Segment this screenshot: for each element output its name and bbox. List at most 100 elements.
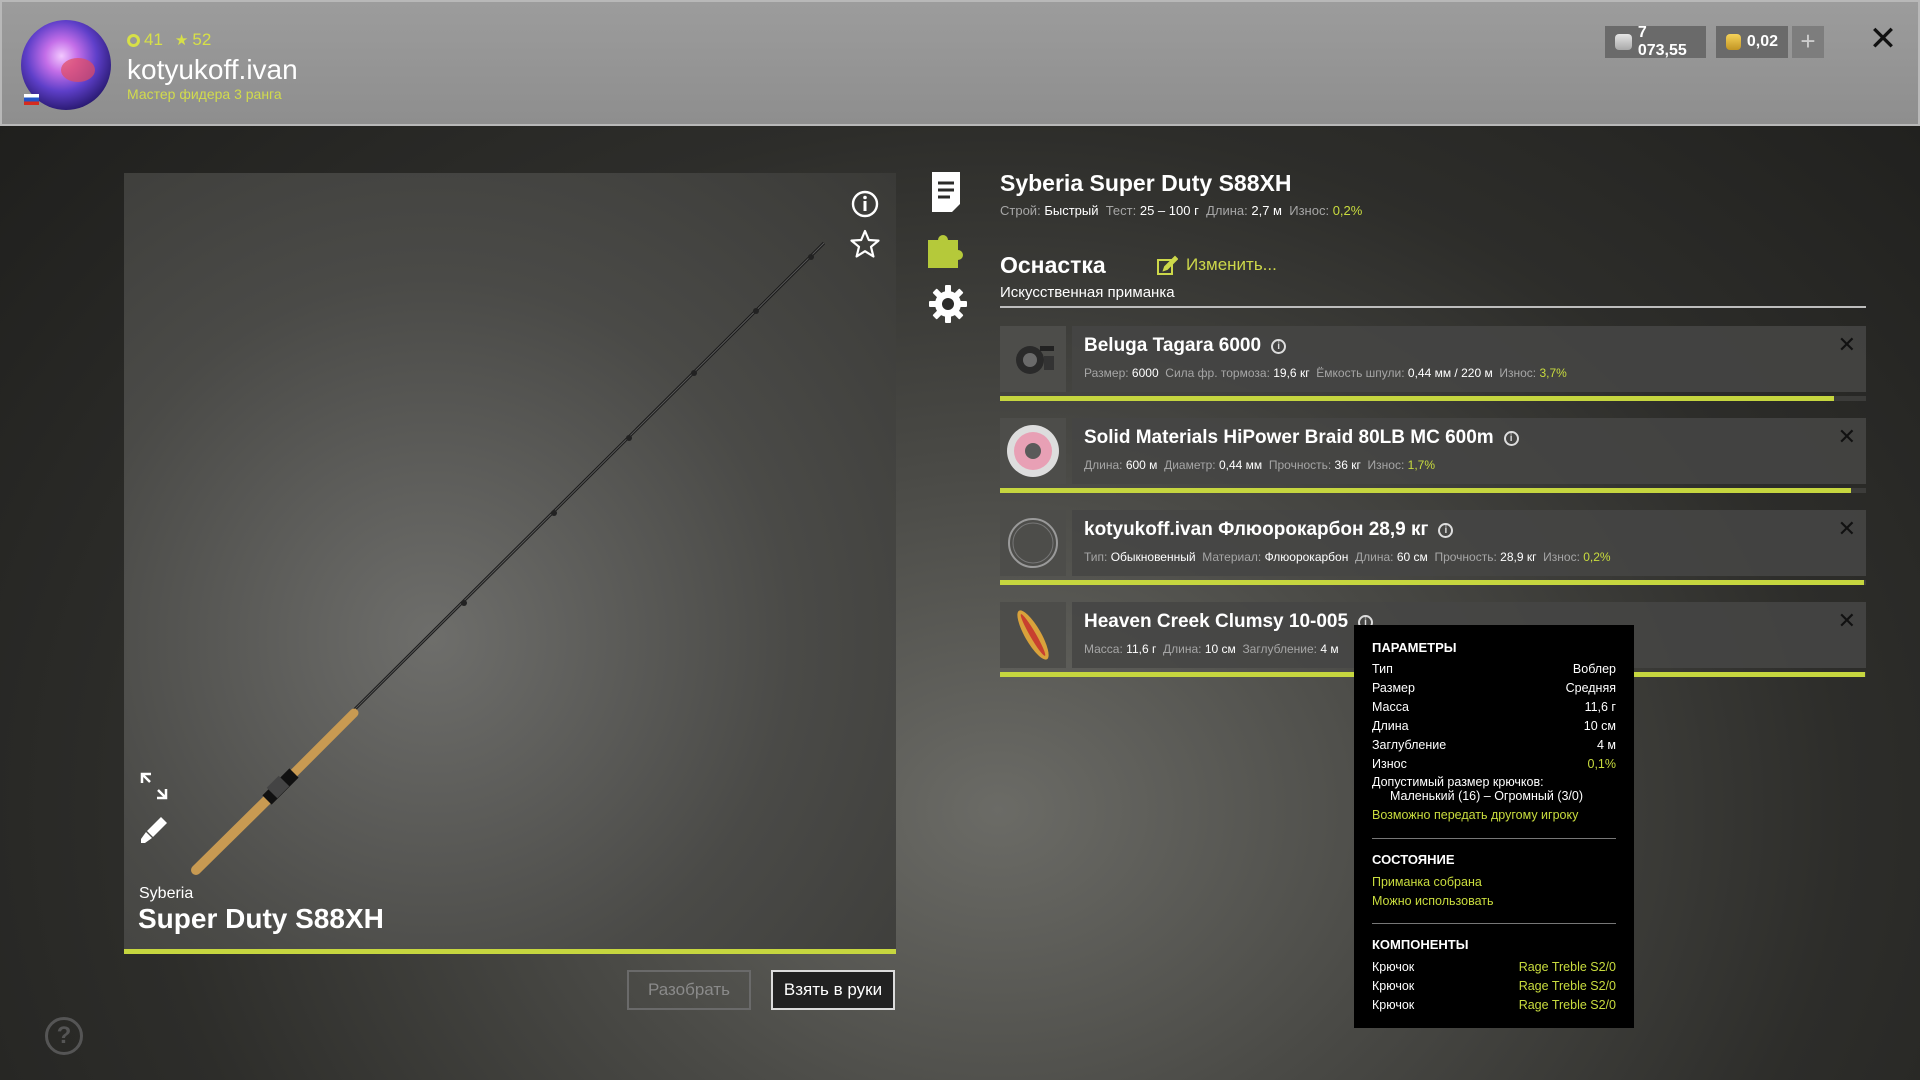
player-rank: Мастер фидера 3 ранга <box>127 86 282 102</box>
rating-star-icon: ★ <box>174 32 189 49</box>
tooltip-component-row: Крючок Rage Treble S2/0 <box>1372 979 1616 993</box>
component-name-text: Heaven Creek Clumsy 10-005 <box>1084 611 1349 632</box>
rod-model-title: Super Duty S88XH <box>138 903 384 934</box>
player-username: kotyukoff.ivan <box>127 54 298 85</box>
detail-label: Длина: <box>1163 642 1202 656</box>
component-details: Размер: 6000 Сила фр. тормоза: 19,6 кг Ё… <box>1084 366 1574 380</box>
spec-length-label: Длина: <box>1206 203 1248 218</box>
player-rating-value: 52 <box>192 30 212 49</box>
line-spool-thumbnail <box>1000 418 1066 484</box>
lure-tooltip: ПАРАМЕТРЫ Тип Воблер Размер Средняя Масса 11,… <box>1354 625 1634 1028</box>
top-bar: 41 ★ 52 kotyukoff.ivan Мастер фидера 3 р… <box>0 0 1920 126</box>
detail-value: 0,44 мм / 220 м <box>1407 366 1493 380</box>
condition-bar-fill <box>1000 580 1864 585</box>
tooltip-param-value: 10 см <box>1583 719 1616 733</box>
tooltip-param-label: Длина <box>1372 719 1409 733</box>
tooltip-param-label: Заглубление <box>1372 738 1447 752</box>
component-name: Beluga Tagara 6000 i <box>1084 335 1287 357</box>
spec-action-label: Строй: <box>1000 203 1041 218</box>
tooltip-component-value: Rage Treble S2/0 <box>1518 998 1616 1012</box>
component-name-text: Solid Materials HiPower Braid 80LB MC 60… <box>1084 427 1494 448</box>
disassemble-button[interactable]: Разобрать <box>627 970 751 1010</box>
tooltip-component-label: Крючок <box>1372 979 1415 993</box>
player-level-value: 41 <box>144 30 163 49</box>
level-ring-icon <box>127 33 140 47</box>
tooltip-param-label: Износ <box>1372 757 1407 771</box>
rig-subtitle: Искусственная приманка <box>1000 284 1175 301</box>
detail-value: 28,9 кг <box>1500 550 1537 564</box>
component-card[interactable]: Beluga Tagara 6000 i Размер: 6000 Сила фр.… <box>1072 326 1866 392</box>
tooltip-state-usable: Можно использовать <box>1372 894 1494 908</box>
remove-component-close-icon[interactable]: ✕ <box>1838 332 1856 358</box>
settings-gear-icon[interactable] <box>926 282 970 326</box>
info-icon[interactable]: i <box>1503 430 1519 446</box>
component-name-text: kotyukoff.ivan Флюорокарбон 28,9 кг <box>1084 519 1429 540</box>
close-button[interactable]: ✕ <box>1866 22 1900 56</box>
condition-bar-fill <box>1000 488 1851 493</box>
condition-bar-fill <box>1000 396 1834 401</box>
leader-coil-thumbnail <box>1000 510 1066 576</box>
rod-cork-grip <box>191 795 272 875</box>
spec-test-label: Тест: <box>1105 203 1137 218</box>
tooltip-component-label: Крючок <box>1372 998 1415 1012</box>
tooltip-param-label: Размер <box>1372 681 1415 695</box>
wobbler-thumbnail <box>1000 602 1066 668</box>
tooltip-param-value: 4 м <box>1596 738 1616 752</box>
component-card[interactable]: Solid Materials HiPower Braid 80LB MC 60… <box>1072 418 1866 484</box>
equip-button[interactable]: Взять в руки <box>771 970 895 1010</box>
player-rating: ★ 52 <box>175 30 211 50</box>
remove-component-close-icon[interactable]: ✕ <box>1838 516 1856 542</box>
info-icon[interactable]: i <box>1271 338 1287 354</box>
detail-label: Длина: <box>1084 458 1123 472</box>
tooltip-component-value: Rage Treble S2/0 <box>1518 979 1616 993</box>
favorite-star-icon[interactable] <box>850 229 880 259</box>
add-currency-button[interactable]: + <box>1792 26 1824 58</box>
component-details: Масса: 11,6 г Длина: 10 см Заглубление: … <box>1084 642 1345 656</box>
detail-label: Заглубление: <box>1242 642 1317 656</box>
tooltip-transferable: Возможно передать другому игроку <box>1372 808 1579 822</box>
silver-balance: 7 073,55 <box>1605 24 1706 59</box>
edit-rig-link[interactable]: Изменить... <box>1156 254 1277 276</box>
silver-coin-icon <box>1615 34 1632 50</box>
rig-divider <box>1000 306 1866 308</box>
remove-component-close-icon[interactable]: ✕ <box>1838 424 1856 450</box>
spec-action-value: Быстрый <box>1044 203 1099 218</box>
info-icon[interactable]: i <box>1438 522 1454 538</box>
component-details: Тип: Обыкновенный Материал: Флюорокарбон… <box>1084 550 1617 564</box>
player-level: 41 <box>127 30 163 50</box>
detail-label: Износ: <box>1367 458 1405 472</box>
tooltip-components-title: КОМПОНЕНТЫ <box>1372 937 1469 952</box>
detail-label: Износ: <box>1543 550 1580 564</box>
rig-section-title: Оснастка <box>1000 252 1106 278</box>
detail-value: 600 м <box>1125 458 1158 472</box>
rig-puzzle-icon[interactable] <box>926 226 970 270</box>
tooltip-state-assembled: Приманка собрана <box>1372 875 1482 889</box>
paint-brush-icon[interactable] <box>139 815 169 845</box>
detail-label: Прочность: <box>1434 550 1497 564</box>
spec-test-value: 25 – 100 г <box>1139 203 1199 218</box>
component-row[interactable]: Beluga Tagara 6000 i Размер: 6000 Сила фр.… <box>1000 326 1866 401</box>
component-row[interactable]: kotyukoff.ivan Флюорокарбон 28,9 кг i Тип:… <box>1000 510 1866 585</box>
component-row[interactable]: Solid Materials HiPower Braid 80LB MC 60… <box>1000 418 1866 493</box>
info-icon[interactable] <box>850 189 880 219</box>
tooltip-param-value: 11,6 г <box>1584 700 1616 714</box>
gold-value: 0,02 <box>1746 33 1778 50</box>
rod-guide <box>461 600 467 606</box>
remove-component-close-icon[interactable]: ✕ <box>1838 608 1856 634</box>
description-document-icon[interactable] <box>926 170 970 214</box>
item-title: Syberia Super Duty S88XH <box>1000 170 1292 196</box>
gold-balance: 0,02 <box>1716 26 1788 58</box>
detail-value: 10 см <box>1204 642 1236 656</box>
rod-spec-line: Строй: Быстрый Тест: 25 – 100 г Длина: 2… <box>1000 203 1362 218</box>
rod-cork-foregrip <box>284 708 359 783</box>
tooltip-component-label: Крючок <box>1372 960 1415 974</box>
detail-value: 36 кг <box>1334 458 1361 472</box>
tooltip-hook-size-value: Маленький (16) – Огромный (3/0) <box>1390 789 1584 803</box>
detail-value: 11,6 г <box>1126 642 1157 656</box>
component-name: Heaven Creek Clumsy 10-005 i <box>1084 611 1374 633</box>
component-card[interactable]: kotyukoff.ivan Флюорокарбон 28,9 кг i Тип:… <box>1072 510 1866 576</box>
help-button[interactable]: ? <box>45 1017 83 1055</box>
rod-guide <box>808 254 814 260</box>
fullscreen-expand-icon[interactable] <box>139 771 169 801</box>
player-stats: 41 ★ 52 <box>127 30 211 50</box>
